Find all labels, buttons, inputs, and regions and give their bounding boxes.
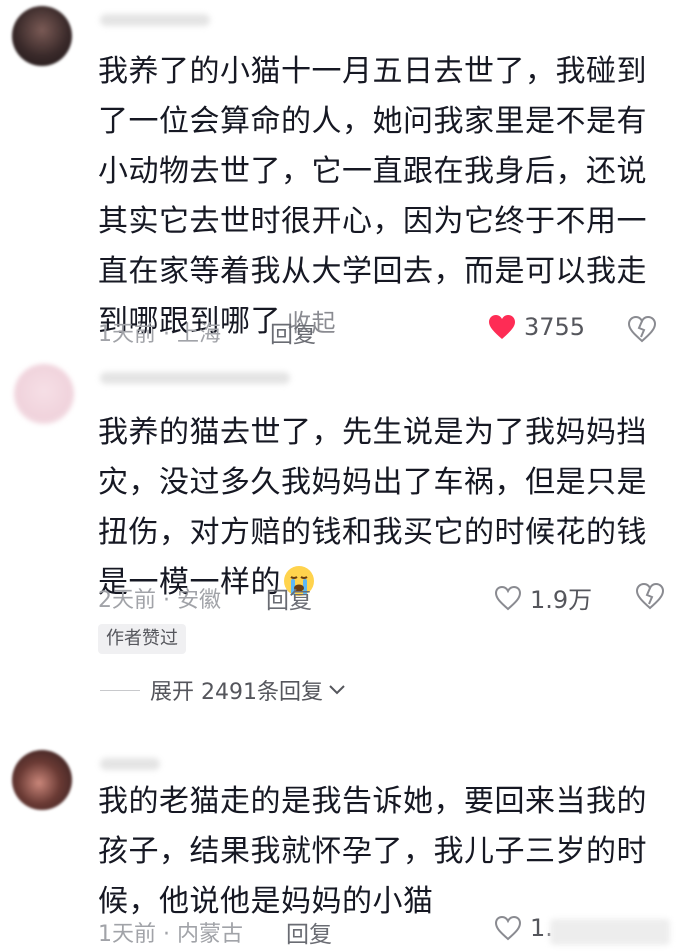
reply-button[interactable]: 回复 <box>286 915 332 949</box>
comment-body: 我的老猫走的是我告诉她，要回来当我的孩子，结果我就怀孕了，我儿子三岁的时候，他说… <box>98 784 647 919</box>
like-button[interactable]: 1. <box>494 914 553 942</box>
comment-list: 我养了的小猫十一月五日去世了，我碰到了一位会算命的人，她问我家里是不是有小动物去… <box>0 0 690 951</box>
comment-body: 我养的猫去世了，先生说是为了我妈妈挡灾，没过多久我妈妈出了车祸，但是只是扭伤，对… <box>98 415 647 600</box>
comment-text: 我养了的小猫十一月五日去世了，我碰到了一位会算命的人，她问我家里是不是有小动物去… <box>98 47 658 348</box>
avatar[interactable] <box>12 750 72 810</box>
comment-meta: 1天前 · 内蒙古 <box>98 922 243 947</box>
heart-outline-icon <box>494 915 522 941</box>
like-button[interactable]: 3755 <box>488 313 585 341</box>
like-count: 1.9万 <box>530 586 593 614</box>
author-liked-badge: 作者赞过 <box>98 624 186 654</box>
heart-filled-icon <box>489 315 515 339</box>
comment-text: 我养的猫去世了，先生说是为了我妈妈挡灾，没过多久我妈妈出了车祸，但是只是扭伤，对… <box>98 408 658 608</box>
comment-body: 我养了的小猫十一月五日去世了，我碰到了一位会算命的人，她问我家里是不是有小动物去… <box>98 54 647 339</box>
comment-meta: 2天前 · 安徽 <box>98 588 221 613</box>
chevron-down-icon <box>329 685 345 695</box>
reply-button[interactable]: 回复 <box>266 581 312 615</box>
heart-outline-icon <box>494 585 522 610</box>
username-blurred[interactable] <box>100 372 290 384</box>
username-blurred[interactable] <box>100 758 160 770</box>
reply-button[interactable]: 回复 <box>270 315 316 349</box>
dislike-broken-heart-icon[interactable] <box>635 582 665 610</box>
avatar[interactable] <box>12 6 72 66</box>
like-button[interactable]: 1.9万 <box>494 580 592 615</box>
watermark <box>550 919 670 945</box>
like-count: 3755 <box>524 313 586 341</box>
avatar[interactable] <box>14 364 74 424</box>
expand-replies-label: 展开 2491条回复 <box>150 680 323 705</box>
dislike-broken-heart-icon[interactable] <box>627 315 657 343</box>
username-blurred[interactable] <box>100 14 210 26</box>
divider <box>100 689 140 691</box>
expand-replies-button[interactable]: 展开 2491条回复 <box>100 674 347 706</box>
comment-text: 我的老猫走的是我告诉她，要回来当我的孩子，结果我就怀孕了，我儿子三岁的时候，他说… <box>98 777 658 927</box>
comment-meta: 1天前 · 上海 <box>98 322 221 347</box>
